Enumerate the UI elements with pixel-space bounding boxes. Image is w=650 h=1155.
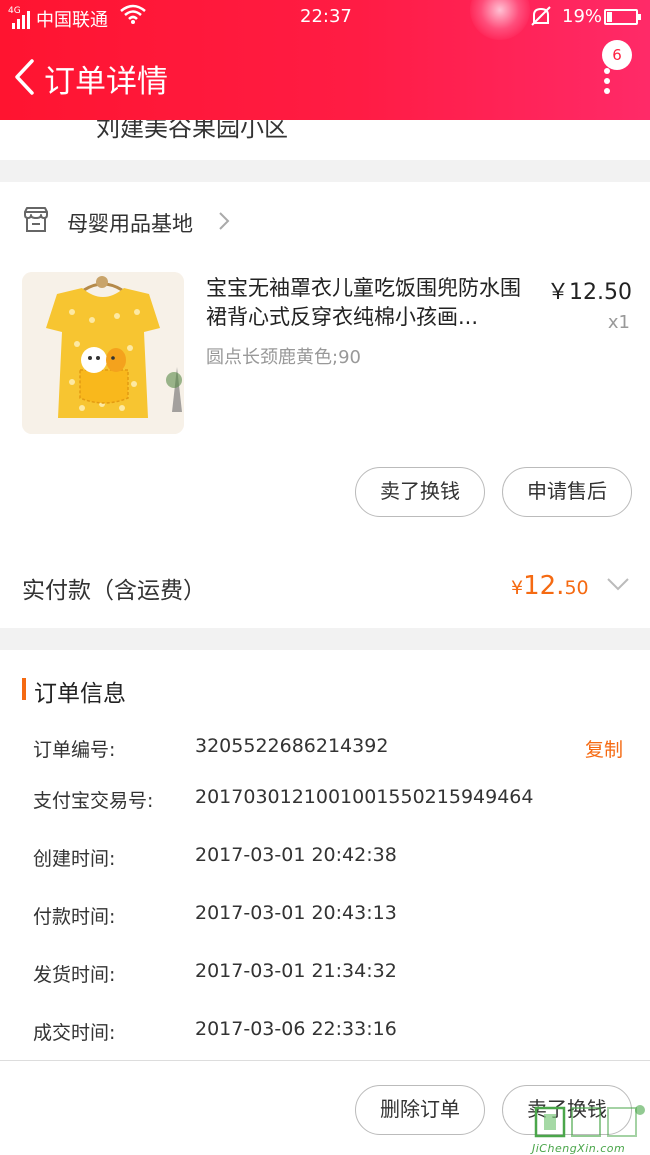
info-key: 发货时间: — [33, 964, 116, 986]
info-value: 2017030121001001550215949464 — [195, 786, 534, 808]
info-key: 支付宝交易号: — [33, 790, 154, 812]
info-key: 付款时间: — [33, 906, 116, 928]
copy-button[interactable]: 复制 — [585, 735, 623, 762]
more-dot — [604, 68, 610, 74]
watermark-logo — [534, 1105, 645, 1138]
info-row-created-time: 创建时间: 2017-03-01 20:42:38 — [0, 844, 650, 874]
site-watermark: JiChengXin.com — [532, 1102, 650, 1155]
message-count-badge[interactable]: 6 — [602, 40, 632, 70]
app-header: 4G 中国联通 22:37 19% 订单详情 6 — [0, 0, 650, 120]
wifi-icon — [120, 4, 146, 24]
product-image[interactable] — [22, 272, 184, 434]
info-value: 2017-03-01 21:34:32 — [195, 960, 397, 982]
info-value: 2017-03-01 20:43:13 — [195, 902, 397, 924]
watermark-text: JiChengXin.com — [532, 1142, 626, 1155]
battery-level — [607, 12, 612, 22]
sell-for-cash-button[interactable]: 卖了换钱 — [355, 467, 485, 517]
delete-order-button[interactable]: 删除订单 — [355, 1085, 485, 1135]
mute-icon — [531, 6, 551, 26]
battery-icon — [604, 9, 641, 25]
apron-illustration — [22, 272, 184, 434]
shop-icon — [24, 207, 48, 232]
more-dot — [604, 78, 610, 84]
info-value: 2017-03-01 20:42:38 — [195, 844, 397, 866]
order-info-title: 订单信息 — [34, 681, 126, 707]
product-spec: 圆点长颈鹿黄色;90 — [206, 347, 361, 368]
chevron-right-icon[interactable] — [216, 210, 232, 232]
amount-decimal: 50 — [564, 577, 589, 599]
product-price: ￥12.50 — [547, 280, 632, 305]
address-section: 刘建美谷果园小区 — [0, 120, 650, 160]
info-value: 3205522686214392 — [195, 735, 389, 757]
amount-integer: 12. — [523, 571, 565, 601]
product-title[interactable]: 宝宝无袖罩衣儿童吃饭围兜防水围裙背心式反穿衣纯棉小孩画... — [206, 274, 540, 332]
chevron-down-icon[interactable] — [606, 576, 630, 592]
info-key: 创建时间: — [33, 848, 116, 870]
info-key: 订单编号: — [33, 739, 116, 761]
shop-name[interactable]: 母婴用品基地 — [67, 208, 193, 238]
info-row-order-number: 订单编号: 3205522686214392 复制 — [0, 735, 650, 765]
payment-label: 实付款（含运费） — [22, 578, 206, 604]
payment-amount: ¥12.50 — [511, 571, 589, 601]
address-text: 刘建美谷果园小区 — [96, 120, 288, 142]
info-key: 成交时间: — [33, 1022, 116, 1044]
info-row-alipay-number: 支付宝交易号: 2017030121001001550215949464 — [0, 786, 650, 816]
info-row-completed-time: 成交时间: 2017-03-06 22:33:16 — [0, 1018, 650, 1048]
section-accent-bar — [22, 678, 26, 700]
after-sale-button[interactable]: 申请售后 — [502, 467, 632, 517]
carrier-name: 中国联通 — [36, 10, 108, 31]
battery-percent: 19% — [562, 6, 603, 27]
order-info-section: 订单信息 订单编号: 3205522686214392 复制 支付宝交易号: 2… — [0, 650, 650, 1060]
info-row-paid-time: 付款时间: 2017-03-01 20:43:13 — [0, 902, 650, 932]
info-row-shipped-time: 发货时间: 2017-03-01 21:34:32 — [0, 960, 650, 990]
clock: 22:37 — [300, 6, 352, 27]
currency-symbol: ¥ — [511, 577, 524, 599]
back-arrow-icon[interactable] — [12, 58, 38, 96]
page-title: 订单详情 — [44, 64, 168, 100]
product-quantity: x1 — [607, 312, 630, 333]
info-value: 2017-03-06 22:33:16 — [195, 1018, 397, 1040]
order-item-card: 母婴用品基地 宝宝无袖罩衣儿童吃饭围兜防水围裙背心式反穿衣纯棉小孩画... ￥1… — [0, 182, 650, 628]
status-bar: 4G 中国联通 22:37 19% — [0, 0, 650, 34]
more-dot — [604, 88, 610, 94]
